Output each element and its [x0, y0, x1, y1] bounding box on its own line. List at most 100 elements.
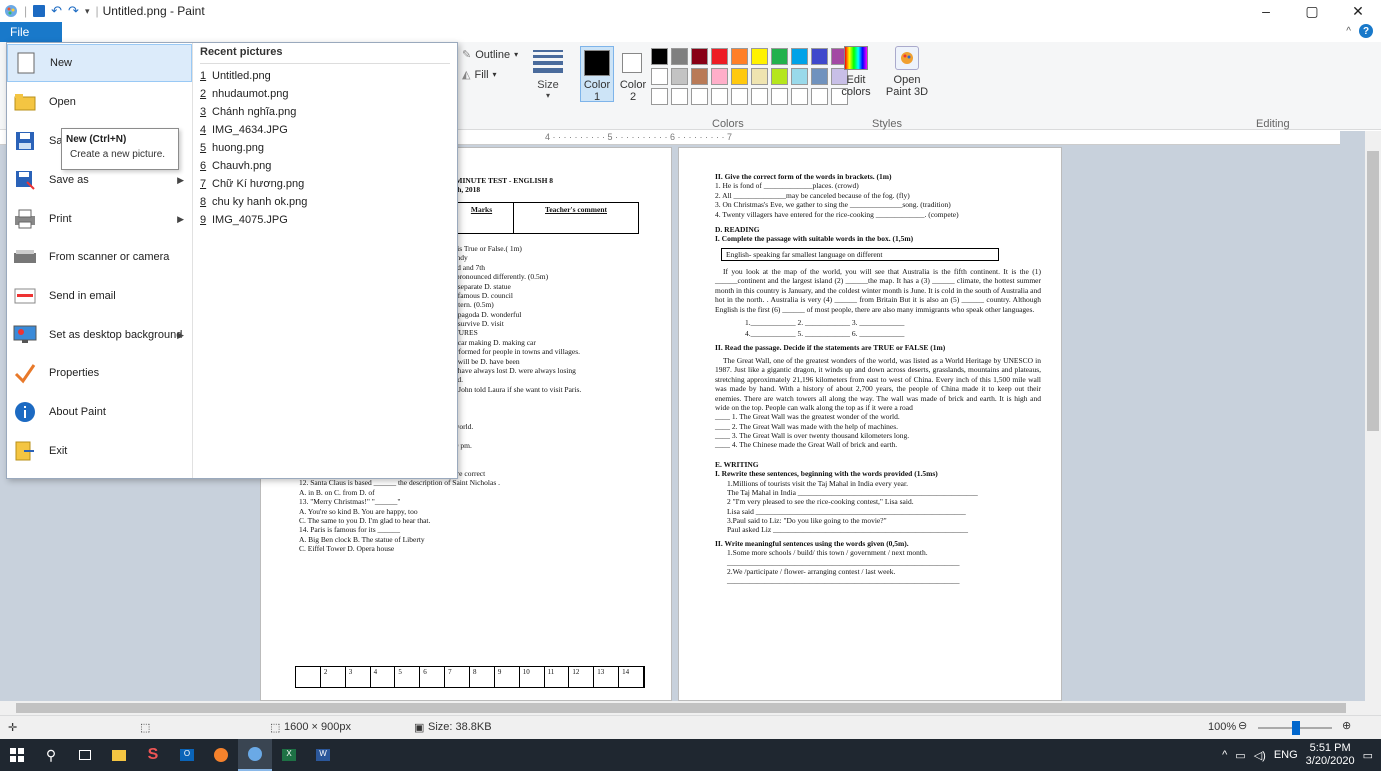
palette-swatch[interactable]: [771, 48, 788, 65]
palette-swatch[interactable]: [811, 88, 828, 105]
palette-swatch[interactable]: [811, 68, 828, 85]
palette-swatch[interactable]: [771, 68, 788, 85]
zoom-in-button[interactable]: ⊕: [1342, 719, 1351, 732]
outline-button[interactable]: ✎ Outline ▾: [462, 48, 518, 62]
recent-picture-name: Chauvh.png: [212, 160, 272, 172]
palette-swatch[interactable]: [731, 68, 748, 85]
palette-swatch[interactable]: [711, 88, 728, 105]
collapse-ribbon-icon[interactable]: ^: [1346, 26, 1351, 37]
palette-swatch[interactable]: [791, 88, 808, 105]
clock[interactable]: 5:51 PM 3/20/2020: [1306, 742, 1355, 768]
palette-swatch[interactable]: [711, 48, 728, 65]
menu-item-exit[interactable]: Exit: [7, 432, 192, 470]
left-page-line: CTURES: [449, 328, 478, 338]
menu-item-open[interactable]: Open: [7, 83, 192, 121]
language-indicator[interactable]: ENG: [1274, 749, 1298, 761]
paint-app-icon[interactable]: [4, 4, 18, 18]
recent-picture-item[interactable]: 8 chu ky hanh ok.png: [200, 196, 307, 208]
volume-icon[interactable]: ◁): [1254, 749, 1266, 762]
palette-swatch[interactable]: [771, 88, 788, 105]
paint-taskbar-icon[interactable]: [238, 739, 272, 771]
palette-swatch[interactable]: [691, 68, 708, 85]
palette-swatch[interactable]: [751, 48, 768, 65]
vertical-scrollbar[interactable]: [1365, 131, 1381, 701]
recent-picture-item[interactable]: 1 Untitled.png: [200, 70, 271, 82]
file-tab[interactable]: File: [0, 22, 62, 42]
show-hidden-icons-icon[interactable]: ^: [1222, 749, 1227, 761]
color1-swatch[interactable]: Color 1: [580, 46, 614, 103]
size-label: Size: [537, 79, 559, 91]
menu-item-properties[interactable]: Properties: [7, 354, 192, 392]
palette-swatch[interactable]: [731, 88, 748, 105]
network-icon[interactable]: ▭: [1235, 749, 1245, 762]
menu-item-send-in-email[interactable]: Send in email: [7, 277, 192, 315]
word-icon[interactable]: W: [306, 739, 340, 771]
menu-item-about-paint[interactable]: About Paint: [7, 393, 192, 431]
left-page-line: 14. Paris is famous for its ______: [299, 525, 401, 535]
palette-swatch[interactable]: [751, 68, 768, 85]
palette-swatch[interactable]: [651, 68, 668, 85]
horizontal-scrollbar[interactable]: [0, 701, 1381, 715]
notifications-icon[interactable]: ▭: [1363, 749, 1373, 762]
help-icon[interactable]: ?: [1359, 24, 1373, 38]
palette-swatch[interactable]: [691, 88, 708, 105]
rainbow-palette-icon: [844, 46, 868, 70]
recent-picture-item[interactable]: 7 Chữ Kí hương.png: [200, 178, 304, 190]
paint3d-icon: [895, 46, 919, 70]
zoom-slider-thumb[interactable]: [1292, 721, 1300, 735]
word-form-question: 4. Twenty villagers have entered for the…: [715, 209, 959, 219]
palette-swatch[interactable]: [711, 68, 728, 85]
task-view-icon[interactable]: [68, 739, 102, 771]
close-button[interactable]: ✕: [1335, 0, 1381, 22]
palette-swatch[interactable]: [691, 48, 708, 65]
open-paint3d-button[interactable]: Open Paint 3D: [884, 46, 930, 98]
answer-cell: 9: [495, 667, 520, 687]
outlook-icon[interactable]: O: [170, 739, 204, 771]
save-icon[interactable]: [33, 5, 46, 17]
palette-swatch[interactable]: [651, 88, 668, 105]
menu-item-new[interactable]: New: [7, 44, 192, 82]
editing-group-label: Editing: [1256, 118, 1290, 130]
customize-quick-access-icon[interactable]: ▾: [85, 6, 90, 17]
fill-button[interactable]: ◭ Fill ▾: [462, 68, 497, 82]
file-explorer-icon[interactable]: [102, 739, 136, 771]
palette-swatch[interactable]: [791, 68, 808, 85]
recent-picture-number: 9: [200, 214, 207, 226]
undo-icon[interactable]: ↶: [51, 3, 62, 19]
horizontal-scroll-thumb[interactable]: [16, 703, 1346, 713]
palette-swatch[interactable]: [811, 48, 828, 65]
recent-picture-item[interactable]: 4 IMG_4634.JPG: [200, 124, 288, 136]
left-page-line: C. separate D. statue: [449, 281, 511, 291]
palette-swatch[interactable]: [671, 48, 688, 65]
palette-swatch[interactable]: [651, 48, 668, 65]
windows-start-icon[interactable]: [0, 739, 34, 771]
vertical-scroll-thumb[interactable]: [1367, 151, 1379, 431]
app-s-icon[interactable]: S: [136, 739, 170, 771]
chevron-down-icon: ▾: [545, 91, 550, 100]
recent-picture-item[interactable]: 3 Chánh nghĩa.png: [200, 106, 296, 118]
menu-item-from-scanner-or-camera[interactable]: From scanner or camera: [7, 238, 192, 276]
recent-picture-name: nhudaumot.png: [212, 88, 289, 100]
edit-colors-button[interactable]: Edit colors: [832, 46, 880, 98]
maximize-button[interactable]: ▢: [1289, 0, 1335, 22]
search-icon[interactable]: ⚲: [34, 739, 68, 771]
menu-item-print[interactable]: Print ▶: [7, 200, 192, 238]
redo-icon[interactable]: ↷: [68, 3, 79, 19]
recent-picture-item[interactable]: 5 huong.png: [200, 142, 264, 154]
recent-picture-item[interactable]: 2 nhudaumot.png: [200, 88, 288, 100]
palette-swatch[interactable]: [791, 48, 808, 65]
menu-item-set-as-desktop-background[interactable]: Set as desktop background ▶: [7, 316, 192, 354]
size-button[interactable]: Size ▾: [528, 48, 568, 100]
recent-picture-item[interactable]: 9 IMG_4075.JPG: [200, 214, 288, 226]
image-dimensions: 1600 × 900px: [284, 721, 351, 733]
palette-swatch[interactable]: [671, 68, 688, 85]
palette-swatch[interactable]: [731, 48, 748, 65]
palette-swatch[interactable]: [751, 88, 768, 105]
minimize-button[interactable]: –: [1243, 0, 1289, 22]
zoom-out-button[interactable]: ⊖: [1238, 719, 1247, 732]
recent-picture-item[interactable]: 6 Chauvh.png: [200, 160, 271, 172]
palette-swatch[interactable]: [671, 88, 688, 105]
excel-icon[interactable]: X: [272, 739, 306, 771]
firefox-icon[interactable]: [204, 739, 238, 771]
color2-swatch[interactable]: Color 2: [618, 46, 646, 103]
